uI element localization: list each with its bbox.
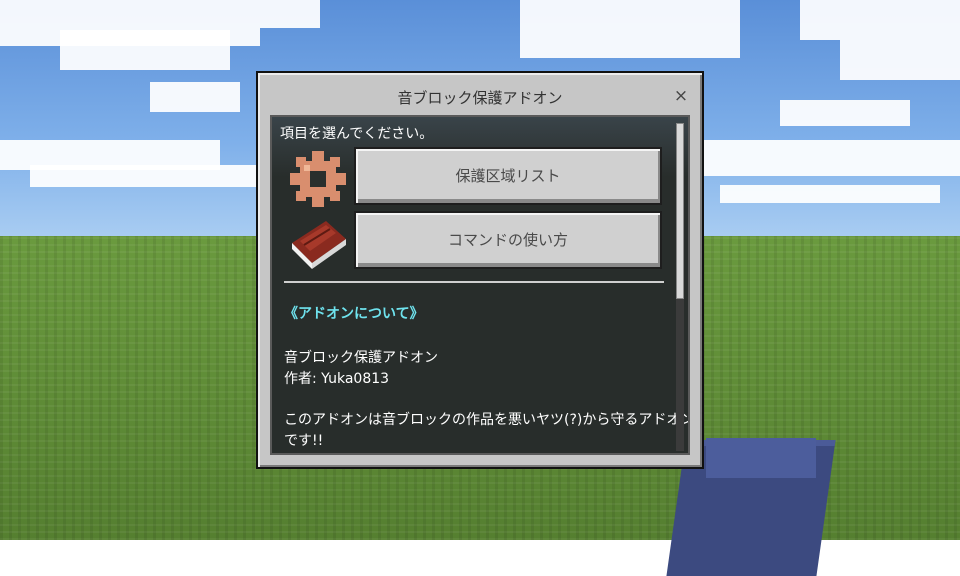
description-text: このアドオンは音ブロックの作品を悪いヤツ(?)から守るアドオン	[284, 412, 690, 428]
player-arm-cuff	[706, 438, 816, 478]
divider	[284, 281, 664, 283]
cloud	[840, 40, 960, 80]
about-heading: 《アドオンについて》	[284, 306, 424, 322]
content-panel: 項目を選んでください。 保護区域リスト コマンドの使い方 《アドオンについて》 …	[270, 115, 690, 455]
author-text: 作者: Yuka0813	[284, 371, 390, 387]
cloud	[520, 0, 740, 58]
cloud	[720, 185, 940, 203]
description-text-continued: です!!	[284, 433, 324, 449]
cloud	[60, 30, 230, 70]
cloud	[150, 82, 240, 112]
cloud	[780, 100, 910, 126]
addon-dialog: 音ブロック保護アドオン × 項目を選んでください。 保護区域リスト コマンドの使…	[256, 71, 704, 469]
command-usage-button[interactable]: コマンドの使い方	[354, 211, 662, 269]
selection-prompt: 項目を選んでください。	[280, 126, 434, 142]
cloud	[700, 140, 960, 176]
scrollbar-thumb[interactable]	[676, 123, 684, 299]
dialog-title: 音ブロック保護アドオン	[397, 89, 563, 107]
cloud	[260, 0, 320, 28]
close-button[interactable]: ×	[670, 85, 692, 107]
cloud	[800, 0, 960, 40]
cloud	[30, 165, 290, 187]
gear-icon	[290, 151, 346, 207]
addon-name-text: 音ブロック保護アドオン	[284, 350, 438, 366]
book-icon	[292, 221, 346, 269]
protected-area-list-button[interactable]: 保護区域リスト	[354, 147, 662, 205]
